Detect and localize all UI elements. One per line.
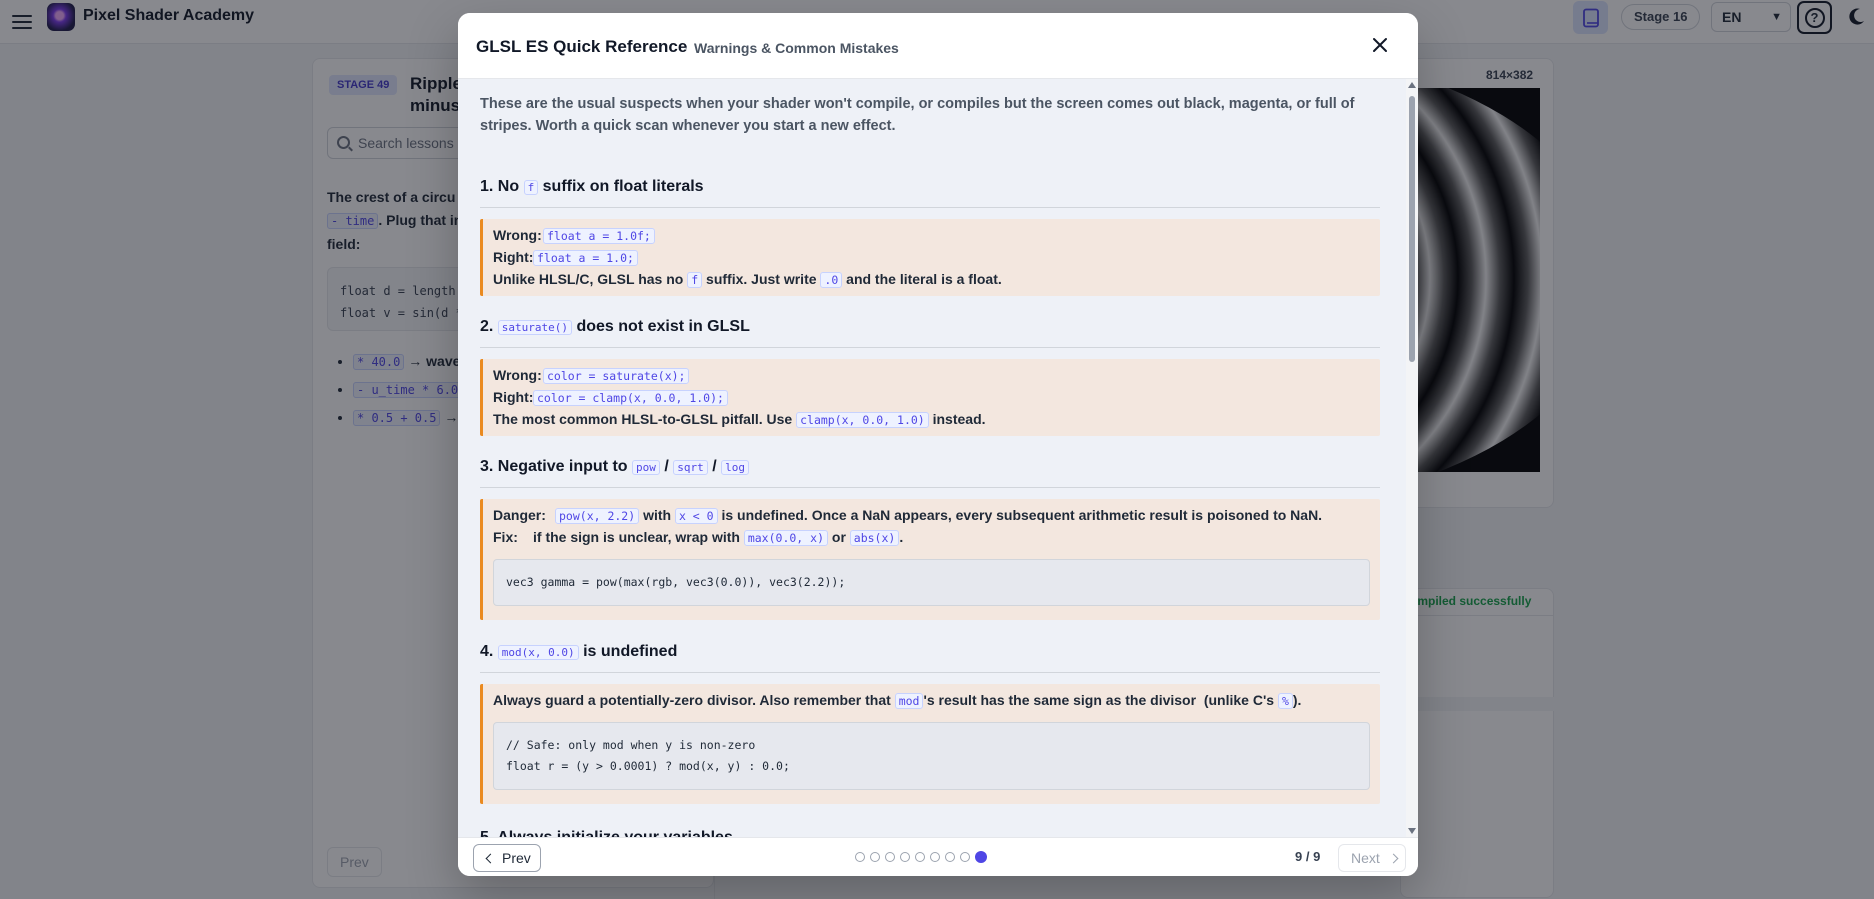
callout-1: Wrong: float a = 1.0f; Right: float a = 1.… xyxy=(480,219,1380,296)
page-dot-1[interactable] xyxy=(855,852,865,862)
page-dot-7[interactable] xyxy=(945,852,955,862)
title-separator: · xyxy=(684,40,689,55)
page-dot-2[interactable] xyxy=(870,852,880,862)
modal-footer: Prev 9 / 9 Next xyxy=(458,837,1418,876)
close-button[interactable] xyxy=(1367,32,1393,58)
modal-subtitle: Warnings & Common Mistakes xyxy=(694,40,899,56)
prev-button[interactable]: Prev xyxy=(473,844,541,872)
code-block-mod: // Safe: only mod when y is non-zero flo… xyxy=(493,722,1370,790)
scroll-down-arrow[interactable] xyxy=(1408,828,1416,834)
reference-modal: GLSL ES Quick Reference · Warnings & Com… xyxy=(458,13,1418,876)
section-heading-4: 4. mod(x, 0.0) is undefined xyxy=(480,643,1380,673)
callout-4: Always guard a potentially-zero divisor.… xyxy=(480,684,1380,804)
section-heading-3: 3. Negative input to pow / sqrt / log xyxy=(480,458,1380,488)
page-dot-3[interactable] xyxy=(885,852,895,862)
scroll-thumb[interactable] xyxy=(1409,96,1415,362)
section-heading-2: 2. saturate() does not exist in GLSL xyxy=(480,318,1380,348)
modal-scrollbar[interactable] xyxy=(1406,79,1418,837)
close-icon xyxy=(1373,38,1387,52)
scroll-up-arrow[interactable] xyxy=(1408,82,1416,88)
page-dot-5[interactable] xyxy=(915,852,925,862)
page-dots xyxy=(855,851,987,863)
section-heading-5: 5. Always initialize your variables xyxy=(480,829,1380,837)
modal-header: GLSL ES Quick Reference · Warnings & Com… xyxy=(458,13,1418,79)
page-dot-9[interactable] xyxy=(975,851,987,863)
modal-body[interactable]: These are the usual suspects when your s… xyxy=(458,79,1406,837)
modal-title: GLSL ES Quick Reference xyxy=(476,37,688,56)
page-dot-6[interactable] xyxy=(930,852,940,862)
code-block-gamma: vec3 gamma = pow(max(rgb, vec3(0.0)), ve… xyxy=(493,559,1370,606)
callout-3: Danger: pow(x, 2.2) with x < 0 is undefin… xyxy=(480,499,1380,620)
section-heading-1: 1. No f suffix on float literals xyxy=(480,178,1380,208)
next-button[interactable]: Next xyxy=(1338,844,1406,872)
page-count: 9 / 9 xyxy=(1295,849,1321,864)
intro-paragraph: These are the usual suspects when your s… xyxy=(480,96,1355,134)
page-dot-4[interactable] xyxy=(900,852,910,862)
page-dot-8[interactable] xyxy=(960,852,970,862)
callout-2: Wrong: color = saturate(x); Right: color =… xyxy=(480,359,1380,436)
